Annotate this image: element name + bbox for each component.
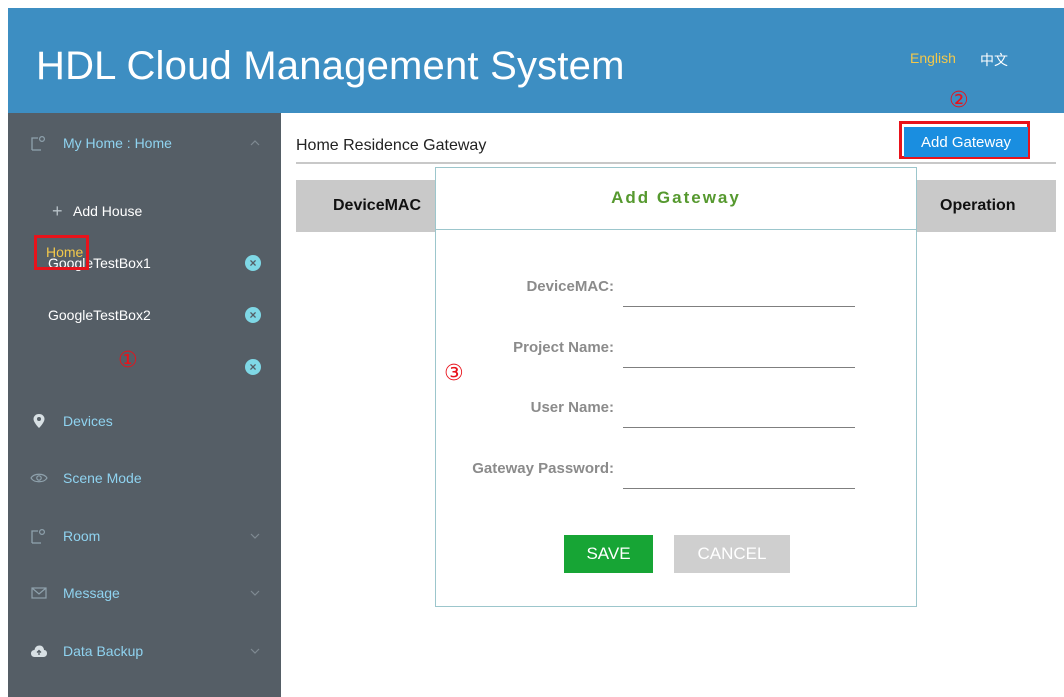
page-title: Home Residence Gateway: [296, 137, 487, 154]
sidebar-item-label: Add House: [73, 203, 143, 219]
room-outline-icon: [30, 527, 48, 545]
house-item-googletestbox2[interactable]: GoogleTestBox2 ×: [8, 300, 281, 330]
cloud-upload-icon: [30, 642, 48, 660]
sidebar-item-my-home[interactable]: My Home : Home: [8, 128, 281, 158]
sidebar-item-label: Devices: [63, 413, 113, 429]
sidebar-item-label: My Home : Home: [63, 135, 172, 151]
house-item-home[interactable]: ×: [8, 352, 281, 382]
sidebar-item-data-backup[interactable]: Data Backup: [8, 636, 281, 666]
sidebar-item-label: Room: [63, 528, 101, 544]
eye-icon: [30, 469, 48, 487]
sidebar-item-scene-mode[interactable]: Scene Mode: [8, 463, 281, 493]
location-pin-icon: [30, 412, 48, 430]
save-button[interactable]: SAVE: [564, 535, 653, 573]
delete-house-icon[interactable]: ×: [245, 359, 261, 375]
app-title: HDL Cloud Management System: [36, 44, 625, 88]
delete-house-icon[interactable]: ×: [245, 255, 261, 271]
sidebar-item-add-house[interactable]: + Add House: [8, 196, 281, 226]
devicemac-label: DeviceMAC:: [526, 278, 614, 295]
sidebar-item-label: Data Backup: [63, 643, 144, 659]
chevron-down-icon: [248, 529, 262, 543]
annotation-1: ①: [118, 348, 138, 373]
delete-house-icon[interactable]: ×: [245, 307, 261, 323]
language-chinese-link[interactable]: 中文: [980, 50, 1008, 70]
sidebar: My Home : Home + Add House GoogleTestBox…: [8, 113, 281, 697]
sidebar-item-label: Scene Mode: [63, 470, 142, 486]
app-header: HDL Cloud Management System English 中文: [8, 8, 1064, 113]
project-name-input[interactable]: [623, 340, 855, 368]
dialog-title: Add Gateway: [611, 188, 741, 207]
envelope-icon: [30, 584, 48, 602]
language-english-link[interactable]: English: [910, 50, 956, 66]
gateway-password-label: Gateway Password:: [472, 460, 614, 477]
gateway-password-input[interactable]: [623, 461, 855, 489]
home-outline-icon: [30, 134, 48, 152]
sidebar-item-message[interactable]: Message: [8, 578, 281, 608]
add-gateway-dialog: Add Gateway DeviceMAC: Project Name: Use…: [435, 167, 917, 607]
cancel-button[interactable]: CANCEL: [674, 535, 790, 573]
column-header-devicemac: DeviceMAC: [333, 197, 422, 214]
plus-icon: +: [52, 200, 63, 221]
sidebar-item-devices[interactable]: Devices: [8, 406, 281, 436]
project-name-label: Project Name:: [513, 339, 614, 356]
user-name-label: User Name:: [530, 399, 614, 416]
dialog-divider: [436, 229, 916, 230]
title-divider: [296, 162, 1056, 164]
sidebar-item-label: Message: [63, 585, 120, 601]
chevron-down-icon: [248, 644, 262, 658]
annotation-2: ②: [949, 88, 969, 113]
annotation-3: ③: [444, 361, 464, 386]
column-header-operation: Operation: [940, 197, 1016, 214]
chevron-down-icon: [248, 586, 262, 600]
house-name: GoogleTestBox2: [48, 307, 151, 323]
add-gateway-button[interactable]: Add Gateway: [904, 127, 1028, 157]
chevron-up-icon: [248, 136, 262, 150]
user-name-input[interactable]: [623, 400, 855, 428]
devicemac-input[interactable]: [623, 279, 855, 307]
sidebar-item-room[interactable]: Room: [8, 521, 281, 551]
house-name-active[interactable]: Home: [46, 244, 83, 260]
